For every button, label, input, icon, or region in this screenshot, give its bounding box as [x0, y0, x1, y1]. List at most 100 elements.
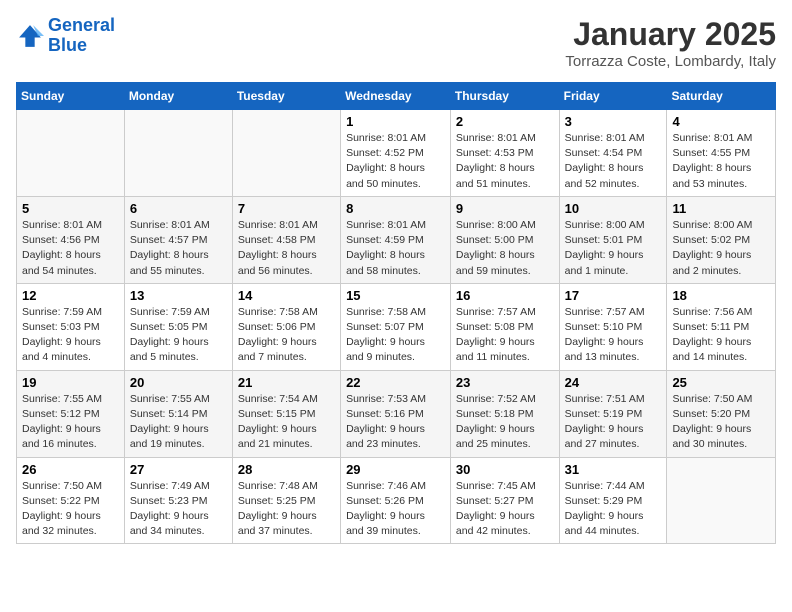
day-number: 13	[130, 288, 227, 303]
calendar-cell: 13 Sunrise: 7:59 AM Sunset: 5:05 PM Dayli…	[124, 283, 232, 370]
day-number: 7	[238, 201, 335, 216]
logo: General Blue	[16, 16, 115, 56]
calendar-cell: 15 Sunrise: 7:58 AM Sunset: 5:07 PM Dayli…	[341, 283, 451, 370]
day-number: 12	[22, 288, 119, 303]
calendar-cell: 23Sunrise: 7:52 AM Sunset: 5:18 PM Dayli…	[450, 370, 559, 457]
day-info: Sunrise: 7:56 AM Sunset: 5:11 PM Dayligh…	[672, 305, 770, 366]
calendar-cell	[124, 110, 232, 197]
day-number: 11	[672, 201, 770, 216]
day-info: Sunrise: 7:59 AM Sunset: 5:05 PM Dayligh…	[130, 305, 227, 366]
day-info: Sunrise: 8:01 AM Sunset: 4:52 PM Dayligh…	[346, 131, 445, 192]
day-number: 14	[238, 288, 335, 303]
calendar-cell: 30 Sunrise: 7:45 AM Sunset: 5:27 PM Dayli…	[450, 457, 559, 544]
weekday-header-friday: Friday	[559, 83, 667, 110]
calendar-cell: 16 Sunrise: 7:57 AM Sunset: 5:08 PM Dayli…	[450, 283, 559, 370]
weekday-header-tuesday: Tuesday	[232, 83, 340, 110]
day-number: 24	[565, 375, 662, 390]
day-info: Sunrise: 7:58 AM Sunset: 5:07 PM Dayligh…	[346, 305, 445, 366]
weekday-header-wednesday: Wednesday	[341, 83, 451, 110]
calendar-cell: 10 Sunrise: 8:00 AM Sunset: 5:01 PM Dayli…	[559, 196, 667, 283]
day-info: Sunrise: 8:01 AM Sunset: 4:53 PM Dayligh…	[456, 131, 554, 192]
page-header: General Blue January 2025 Torrazza Coste…	[16, 16, 776, 70]
day-number: 22	[346, 375, 445, 390]
calendar-week-row: 12 Sunrise: 7:59 AM Sunset: 5:03 PM Dayli…	[17, 283, 776, 370]
day-info: Sunrise: 7:58 AM Sunset: 5:06 PM Dayligh…	[238, 305, 335, 366]
calendar-week-row: 5Sunrise: 8:01 AM Sunset: 4:56 PM Daylig…	[17, 196, 776, 283]
day-number: 2	[456, 114, 554, 129]
calendar-cell: 5Sunrise: 8:01 AM Sunset: 4:56 PM Daylig…	[17, 196, 125, 283]
calendar-cell: 26Sunrise: 7:50 AM Sunset: 5:22 PM Dayli…	[17, 457, 125, 544]
weekday-header-thursday: Thursday	[450, 83, 559, 110]
calendar-cell: 8 Sunrise: 8:01 AM Sunset: 4:59 PM Daylig…	[341, 196, 451, 283]
calendar-cell: 28 Sunrise: 7:48 AM Sunset: 5:25 PM Dayli…	[232, 457, 340, 544]
day-info: Sunrise: 8:01 AM Sunset: 4:59 PM Dayligh…	[346, 218, 445, 279]
calendar-cell: 9Sunrise: 8:00 AM Sunset: 5:00 PM Daylig…	[450, 196, 559, 283]
calendar-cell	[232, 110, 340, 197]
title-block: January 2025 Torrazza Coste, Lombardy, I…	[565, 16, 776, 70]
day-info: Sunrise: 7:59 AM Sunset: 5:03 PM Dayligh…	[22, 305, 119, 366]
calendar-cell	[667, 457, 776, 544]
location-title: Torrazza Coste, Lombardy, Italy	[565, 53, 776, 70]
day-number: 30	[456, 462, 554, 477]
day-info: Sunrise: 8:01 AM Sunset: 4:54 PM Dayligh…	[565, 131, 662, 192]
calendar-cell: 12 Sunrise: 7:59 AM Sunset: 5:03 PM Dayli…	[17, 283, 125, 370]
day-number: 10	[565, 201, 662, 216]
day-number: 25	[672, 375, 770, 390]
day-number: 8	[346, 201, 445, 216]
calendar-cell: 6 Sunrise: 8:01 AM Sunset: 4:57 PM Daylig…	[124, 196, 232, 283]
weekday-header-sunday: Sunday	[17, 83, 125, 110]
calendar-cell: 29 Sunrise: 7:46 AM Sunset: 5:26 PM Dayli…	[341, 457, 451, 544]
day-number: 28	[238, 462, 335, 477]
day-info: Sunrise: 8:01 AM Sunset: 4:58 PM Dayligh…	[238, 218, 335, 279]
day-number: 31	[565, 462, 662, 477]
day-info: Sunrise: 7:50 AM Sunset: 5:22 PM Dayligh…	[22, 479, 119, 540]
calendar-cell: 25 Sunrise: 7:50 AM Sunset: 5:20 PM Dayli…	[667, 370, 776, 457]
day-number: 27	[130, 462, 227, 477]
day-number: 9	[456, 201, 554, 216]
day-info: Sunrise: 8:00 AM Sunset: 5:01 PM Dayligh…	[565, 218, 662, 279]
calendar-cell: 21Sunrise: 7:54 AM Sunset: 5:15 PM Dayli…	[232, 370, 340, 457]
calendar-cell: 7 Sunrise: 8:01 AM Sunset: 4:58 PM Daylig…	[232, 196, 340, 283]
calendar-cell: 11 Sunrise: 8:00 AM Sunset: 5:02 PM Dayli…	[667, 196, 776, 283]
day-number: 3	[565, 114, 662, 129]
day-info: Sunrise: 7:57 AM Sunset: 5:08 PM Dayligh…	[456, 305, 554, 366]
day-info: Sunrise: 7:51 AM Sunset: 5:19 PM Dayligh…	[565, 392, 662, 453]
day-number: 1	[346, 114, 445, 129]
calendar-cell: 31Sunrise: 7:44 AM Sunset: 5:29 PM Dayli…	[559, 457, 667, 544]
day-number: 19	[22, 375, 119, 390]
calendar-cell: 17Sunrise: 7:57 AM Sunset: 5:10 PM Dayli…	[559, 283, 667, 370]
calendar-cell: 1 Sunrise: 8:01 AM Sunset: 4:52 PM Daylig…	[341, 110, 451, 197]
day-number: 4	[672, 114, 770, 129]
day-number: 6	[130, 201, 227, 216]
day-number: 16	[456, 288, 554, 303]
day-info: Sunrise: 8:01 AM Sunset: 4:55 PM Dayligh…	[672, 131, 770, 192]
day-info: Sunrise: 8:01 AM Sunset: 4:57 PM Dayligh…	[130, 218, 227, 279]
calendar-cell: 19Sunrise: 7:55 AM Sunset: 5:12 PM Dayli…	[17, 370, 125, 457]
day-info: Sunrise: 7:46 AM Sunset: 5:26 PM Dayligh…	[346, 479, 445, 540]
logo-text: General Blue	[48, 16, 115, 56]
calendar-cell: 3 Sunrise: 8:01 AM Sunset: 4:54 PM Daylig…	[559, 110, 667, 197]
day-number: 29	[346, 462, 445, 477]
day-info: Sunrise: 7:54 AM Sunset: 5:15 PM Dayligh…	[238, 392, 335, 453]
day-info: Sunrise: 7:48 AM Sunset: 5:25 PM Dayligh…	[238, 479, 335, 540]
logo-icon	[16, 22, 44, 50]
day-info: Sunrise: 7:50 AM Sunset: 5:20 PM Dayligh…	[672, 392, 770, 453]
weekday-header-row: SundayMondayTuesdayWednesdayThursdayFrid…	[17, 83, 776, 110]
day-info: Sunrise: 8:00 AM Sunset: 5:02 PM Dayligh…	[672, 218, 770, 279]
calendar-cell: 22 Sunrise: 7:53 AM Sunset: 5:16 PM Dayli…	[341, 370, 451, 457]
day-info: Sunrise: 7:55 AM Sunset: 5:14 PM Dayligh…	[130, 392, 227, 453]
day-number: 18	[672, 288, 770, 303]
day-info: Sunrise: 7:45 AM Sunset: 5:27 PM Dayligh…	[456, 479, 554, 540]
calendar-cell: 27Sunrise: 7:49 AM Sunset: 5:23 PM Dayli…	[124, 457, 232, 544]
calendar-table: SundayMondayTuesdayWednesdayThursdayFrid…	[16, 82, 776, 544]
day-number: 20	[130, 375, 227, 390]
calendar-week-row: 1 Sunrise: 8:01 AM Sunset: 4:52 PM Daylig…	[17, 110, 776, 197]
weekday-header-monday: Monday	[124, 83, 232, 110]
day-number: 15	[346, 288, 445, 303]
calendar-week-row: 26Sunrise: 7:50 AM Sunset: 5:22 PM Dayli…	[17, 457, 776, 544]
day-info: Sunrise: 7:53 AM Sunset: 5:16 PM Dayligh…	[346, 392, 445, 453]
day-info: Sunrise: 7:52 AM Sunset: 5:18 PM Dayligh…	[456, 392, 554, 453]
calendar-cell: 24 Sunrise: 7:51 AM Sunset: 5:19 PM Dayli…	[559, 370, 667, 457]
weekday-header-saturday: Saturday	[667, 83, 776, 110]
calendar-cell: 18 Sunrise: 7:56 AM Sunset: 5:11 PM Dayli…	[667, 283, 776, 370]
